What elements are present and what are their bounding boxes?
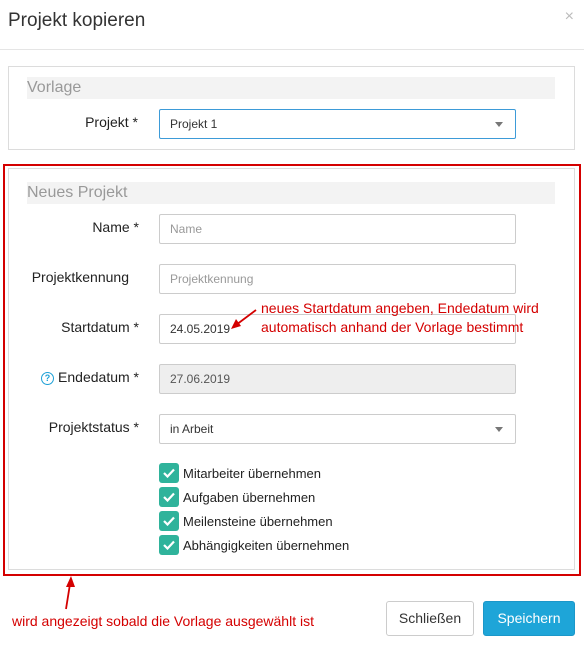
annotation-bottom: wird angezeigt sobald die Vorlage ausgew… bbox=[12, 613, 314, 629]
schliessen-button[interactable]: Schließen bbox=[386, 601, 474, 636]
arrow-to-frame-icon bbox=[65, 576, 75, 610]
speichern-button[interactable]: Speichern bbox=[483, 601, 575, 636]
annotation-arrows bbox=[65, 309, 257, 610]
arrow-to-startdatum-icon bbox=[231, 309, 257, 329]
